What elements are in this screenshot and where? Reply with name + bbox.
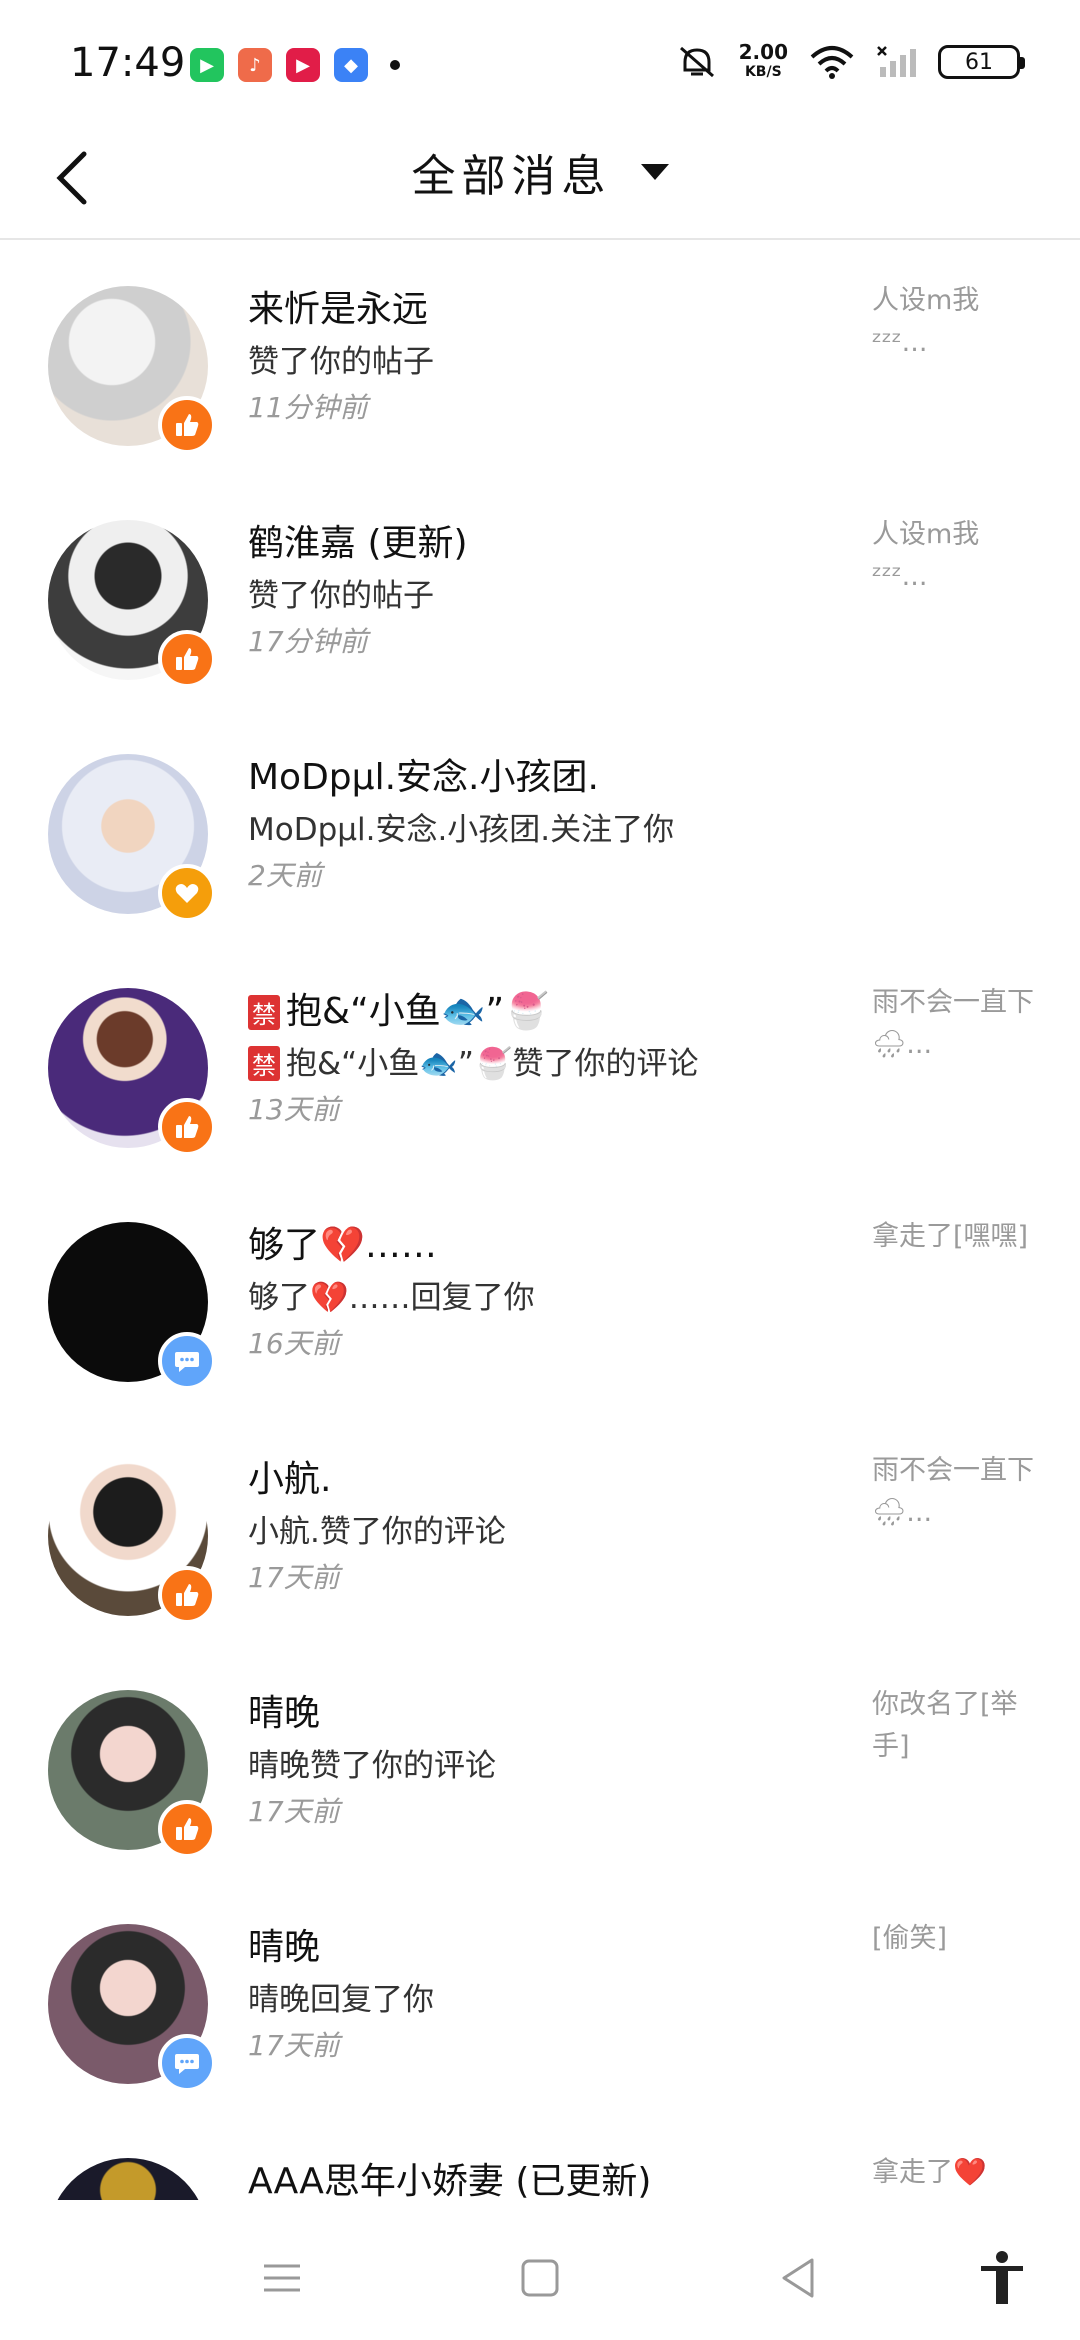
home-button[interactable] (510, 2248, 570, 2308)
sender-name: 小航. (248, 1459, 332, 1500)
like-badge (158, 1800, 216, 1858)
sender-name: 鹤淮嘉 (更新) (248, 523, 468, 564)
battery-indicator: 61 (938, 45, 1025, 79)
message-time: 17天前 (248, 2029, 340, 2062)
thumbs-up-icon (176, 1116, 199, 1138)
message-time: 17天前 (248, 1795, 340, 1828)
sender-name: 来忻是永远 (248, 289, 429, 330)
wifi-icon (810, 46, 854, 79)
like-badge (158, 630, 216, 688)
content-preview: 人设m我 ᶻᶻᶻ... (872, 285, 980, 358)
message-item[interactable]: 够了💔…… 够了💔……回复了你 16天前 拿走了[嘿嘿] (0, 1176, 1080, 1410)
app-notification-icon: ▶ (190, 48, 224, 82)
browser-app-icon: ◆ (334, 48, 368, 82)
more-notifications-dot (390, 60, 400, 70)
video-app-icon: ▶ (286, 48, 320, 82)
message-action: 晴晚回复了你 (248, 1982, 434, 2018)
like-badge (158, 1098, 216, 1156)
like-badge (158, 396, 216, 454)
signal-icon (877, 46, 916, 77)
mute-icon (679, 46, 714, 78)
reply-badge (158, 2034, 216, 2092)
like-badge (158, 1566, 216, 1624)
caret-down-icon (640, 164, 669, 180)
message-item[interactable]: MoDpµl.安念.小孩团. MoDpµl.安念.小孩团.关注了你 2天前 (0, 708, 1080, 942)
message-list[interactable]: 来忻是永远 赞了你的帖子 11分钟前 人设m我 ᶻᶻᶻ... 鹤淮嘉 (更新) … (0, 240, 1080, 2200)
content-preview: 你改名了[举手] (872, 1689, 1018, 1762)
message-action: 赞了你的帖子 (248, 344, 434, 380)
message-item[interactable]: AAA思年小娇妻 (已更新) 拿走了❤️ (0, 2112, 1080, 2200)
sender-name: 晴晚 (248, 1693, 321, 1734)
sender-name: AAA思年小娇妻 (已更新) (248, 2161, 652, 2200)
sender-name: 禁抱&“小鱼🐟”🍧 (248, 982, 549, 1034)
banned-tag: 禁 (248, 1046, 280, 1081)
title-dropdown[interactable]: 全部消息 (0, 140, 1080, 204)
accessibility-button[interactable] (972, 2248, 1032, 2308)
status-time: 17:49 (70, 40, 186, 86)
triangle-back-icon (782, 2258, 814, 2298)
page-title: 全部消息 (411, 151, 612, 202)
sender-name: 够了💔…… (248, 1225, 437, 1266)
message-item[interactable]: 鹤淮嘉 (更新) 赞了你的帖子 17分钟前 人设m我 ᶻᶻᶻ... (0, 474, 1080, 708)
message-time: 11分钟前 (248, 391, 368, 424)
message-item[interactable]: 晴晚 晴晚回复了你 17天前 [偷笑] (0, 1878, 1080, 2112)
music-app-icon: ♪ (238, 48, 272, 82)
reply-badge (158, 1332, 216, 1390)
system-nav-bar (0, 2210, 1080, 2340)
content-preview: 雨不会一直下🌧... (872, 1455, 1034, 1528)
content-preview: 拿走了❤️ (872, 2157, 987, 2188)
message-time: 17分钟前 (248, 625, 368, 658)
system-back-button[interactable] (768, 2248, 828, 2308)
message-item[interactable]: 晴晚 晴晚赞了你的评论 17天前 你改名了[举手] (0, 1644, 1080, 1878)
content-preview: [偷笑] (872, 1923, 948, 1954)
sender-name: 晴晚 (248, 1927, 321, 1968)
banned-tag: 禁 (248, 995, 280, 1030)
square-icon (521, 2259, 559, 2297)
speed-unit: KB/S (744, 64, 782, 80)
message-time: 2天前 (248, 859, 322, 892)
chat-bubble-icon (175, 1352, 199, 1372)
message-item[interactable]: 禁抱&“小鱼🐟”🍧 禁抱&“小鱼🐟”🍧赞了你的评论 13天前 雨不会一直下🌧..… (0, 942, 1080, 1176)
message-item[interactable]: 小航. 小航.赞了你的评论 17天前 雨不会一直下🌧... (0, 1410, 1080, 1644)
speed-value: 2.00 (738, 40, 788, 64)
recent-apps-button[interactable] (252, 2248, 312, 2308)
message-time: 17天前 (248, 1561, 340, 1594)
thumbs-up-icon (176, 1818, 199, 1840)
thumbs-up-icon (176, 1584, 199, 1606)
chat-bubble-icon (175, 2054, 199, 2074)
status-bar: 17:49 ▶ ♪ ▶ ◆ 2.00 KB/S 61 (0, 0, 1080, 120)
thumbs-up-icon (176, 648, 199, 670)
message-time: 13天前 (248, 1093, 340, 1126)
accessibility-icon (981, 2251, 1023, 2304)
top-header: 全部消息 (0, 120, 1080, 240)
content-preview: 人设m我 ᶻᶻᶻ... (872, 519, 980, 592)
message-action: 赞了你的帖子 (248, 578, 434, 614)
network-speed: 2.00 KB/S (739, 42, 788, 82)
notification-icons: ▶ ♪ ▶ ◆ (190, 48, 400, 82)
message-action: 晴晚赞了你的评论 (248, 1748, 496, 1784)
sender-name: MoDpµl.安念.小孩团. (248, 757, 599, 798)
message-action-text: 抱&“小鱼🐟”🍧赞了你的评论 (286, 1046, 699, 1082)
thumbs-up-icon (176, 414, 199, 436)
follow-badge (158, 864, 216, 922)
status-right: 2.00 KB/S 61 (677, 42, 1025, 82)
sender-name-text: 抱&“小鱼🐟”🍧 (286, 991, 550, 1032)
avatar[interactable] (48, 2158, 208, 2200)
heart-icon (175, 884, 199, 903)
message-action: MoDpµl.安念.小孩团.关注了你 (248, 812, 675, 848)
content-preview: 拿走了[嘿嘿] (872, 1221, 1029, 1252)
message-time: 16天前 (248, 1327, 340, 1360)
menu-icon (264, 2264, 300, 2292)
content-preview: 雨不会一直下🌧... (872, 987, 1034, 1060)
message-action: 禁抱&“小鱼🐟”🍧赞了你的评论 (248, 1038, 699, 1083)
message-item[interactable]: 来忻是永远 赞了你的帖子 11分钟前 人设m我 ᶻᶻᶻ... (0, 240, 1080, 474)
message-action: 够了💔……回复了你 (248, 1280, 535, 1316)
battery-level: 61 (965, 49, 993, 75)
message-action: 小航.赞了你的评论 (248, 1514, 506, 1550)
